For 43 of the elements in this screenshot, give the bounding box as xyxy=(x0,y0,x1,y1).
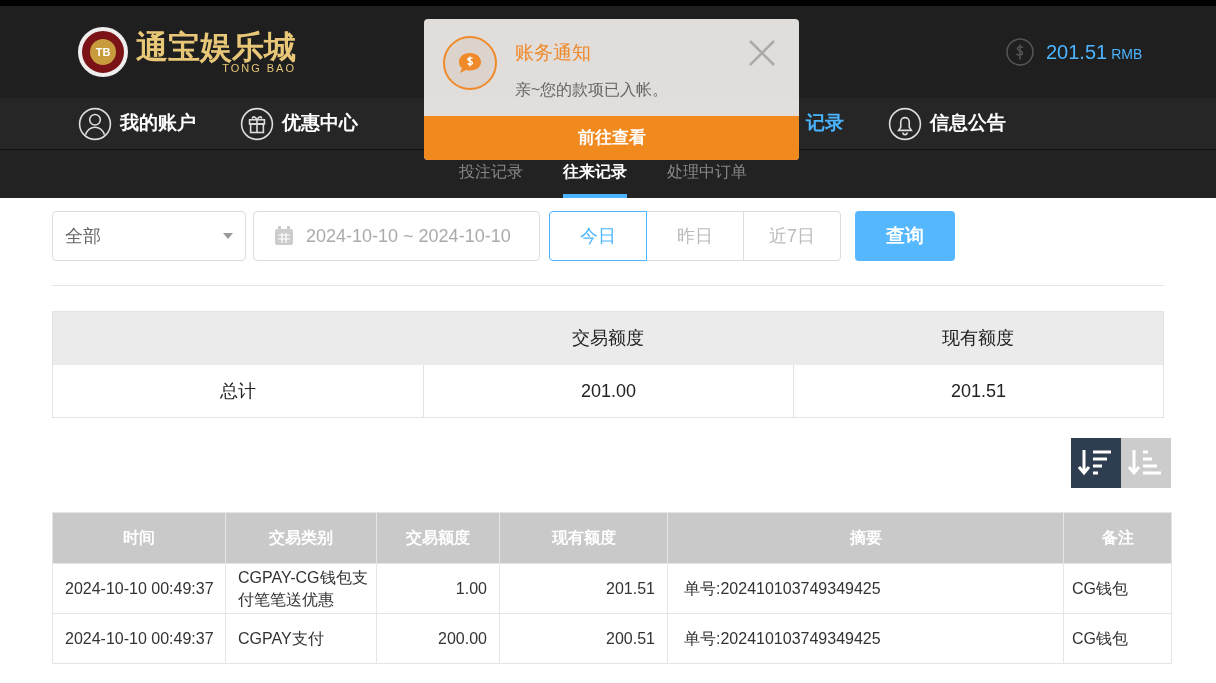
logo-subtitle: TONG BAO xyxy=(222,62,296,74)
user-icon xyxy=(78,106,112,141)
summary-cell: 201.00 xyxy=(423,365,793,417)
summary-cell: 201.51 xyxy=(793,365,1163,417)
table-cell: CGPAY支付 xyxy=(225,613,377,664)
calendar-icon xyxy=(274,226,294,246)
summary-header: 交易额度 xyxy=(571,327,645,350)
notification-title: 账务通知 xyxy=(515,41,592,65)
date-preset-button[interactable]: 今日 xyxy=(549,211,647,261)
nav-item[interactable]: 信息公告 xyxy=(888,106,1006,141)
table-cell: 2024-10-10 00:49:37 xyxy=(52,563,226,614)
notification-message: 亲~您的款项已入帐。 xyxy=(515,79,669,100)
type-select[interactable]: 全部 xyxy=(52,211,246,261)
table-cell: CG钱包 xyxy=(1063,613,1172,664)
logo-badge: TB xyxy=(90,39,116,65)
table-cell: 单号:202410103749349425 xyxy=(667,613,1064,664)
summary-cell-text: 总计 xyxy=(219,379,257,403)
chat-dollar-icon xyxy=(443,36,497,90)
balance-currency: RMB xyxy=(1111,45,1143,64)
nav-item[interactable]: 我的账户 xyxy=(78,106,196,141)
nav-item[interactable]: 优惠中心 xyxy=(240,106,358,141)
table-cell: 200.00 xyxy=(376,613,500,664)
view-button[interactable]: 前往查看 xyxy=(424,116,799,160)
gift-icon xyxy=(240,106,274,141)
date-range-field[interactable]: 2024-10-10 ~ 2024-10-10 xyxy=(253,211,540,261)
table-cell: CG钱包 xyxy=(1063,563,1172,614)
balance-amount: 201.51 xyxy=(1046,40,1108,65)
summary-header: 现有额度 xyxy=(941,327,1015,350)
table-cell: 201.51 xyxy=(499,563,668,614)
bell-icon xyxy=(888,106,922,141)
sort-descending-icon xyxy=(1078,448,1114,478)
sort-descending-button[interactable] xyxy=(1071,438,1121,488)
table-cell: 单号:202410103749349425 xyxy=(667,563,1064,614)
table-cell: 1.00 xyxy=(376,563,500,614)
nav-item[interactable]: 记录 xyxy=(806,109,844,138)
table-cell: CGPAY-CG钱包支付笔笔送优惠 xyxy=(225,563,377,614)
logo-title: 通宝娱乐城 xyxy=(136,30,296,63)
table-cell: 2024-10-10 00:49:37 xyxy=(52,613,226,664)
caret-icon xyxy=(223,233,233,239)
close-icon[interactable] xyxy=(749,40,775,66)
dollar-icon xyxy=(1006,38,1034,66)
sort-ascending-icon xyxy=(1128,448,1164,478)
table-cell: 200.51 xyxy=(499,613,668,664)
